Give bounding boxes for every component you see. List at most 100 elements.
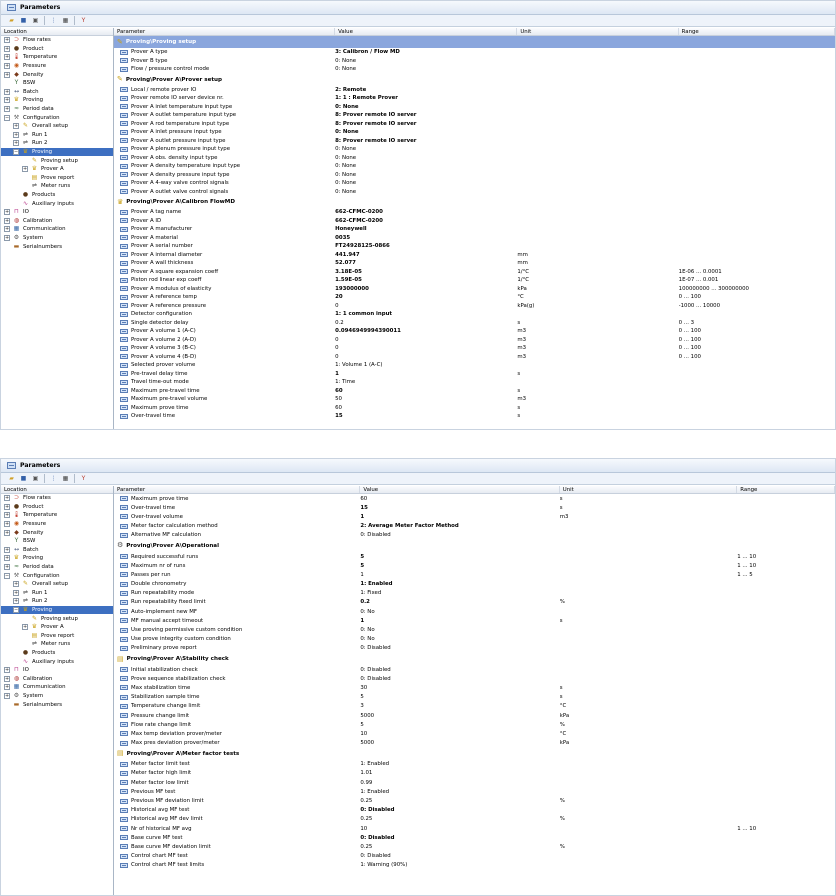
expand-icon[interactable]: +: [4, 37, 10, 44]
value-cell[interactable]: 10: [360, 731, 559, 737]
tree-item[interactable]: − ♛ Proving: [1, 147, 113, 157]
value-cell[interactable]: 662-CFMC-0200: [335, 218, 517, 224]
value-cell[interactable]: FT24928125-0866: [335, 243, 517, 249]
value-cell[interactable]: 441.947: [335, 252, 517, 258]
table-row[interactable]: Temperature change limit 3 °C: [114, 702, 835, 711]
table-row[interactable]: Preliminary prove report 0: Disabled: [114, 644, 835, 653]
table-row[interactable]: Prover A tag name 662-CFMC-0200: [114, 208, 835, 217]
table-row[interactable]: Prover A volume 1 (A-C) 0.094694999439001…: [114, 327, 835, 336]
value-cell[interactable]: 0: Disabled: [360, 853, 559, 859]
value-cell[interactable]: 0: [335, 345, 517, 351]
parameter-column-header[interactable]: Parameter: [114, 486, 361, 493]
tree-item[interactable]: + ◉ Pressure: [1, 520, 113, 529]
value-cell[interactable]: 0: None: [335, 163, 517, 169]
tree-item[interactable]: + ♛ Proving: [1, 96, 113, 105]
table-row[interactable]: Prover A plenum pressure input type 0: No…: [114, 145, 835, 154]
collapse-icon[interactable]: −: [4, 114, 10, 121]
value-cell[interactable]: 193000000: [335, 286, 517, 292]
table-row[interactable]: Prover A volume 4 (B-D) 0 m3 0 ... 100: [114, 353, 835, 362]
filter-icon[interactable]: Y: [79, 16, 88, 25]
unit-column-header[interactable]: Unit: [517, 28, 679, 35]
table-row[interactable]: Prover A outlet temperature input type 8:…: [114, 111, 835, 120]
table-row[interactable]: Maximum pre-travel volume 50 m3: [114, 395, 835, 404]
table-row[interactable]: Stabilization sample time 5 s: [114, 693, 835, 702]
table-row[interactable]: Maximum prove time 60 s: [114, 494, 835, 503]
expand-icon[interactable]: +: [13, 589, 19, 596]
table-row[interactable]: Prover A obs. density input type 0: None: [114, 154, 835, 163]
table-row[interactable]: Maximum prove time 60 s: [114, 404, 835, 413]
table-row[interactable]: Flow rate change limit 5%: [114, 720, 835, 729]
table-row[interactable]: Run repeatability mode 1: Fixed: [114, 589, 835, 598]
tree-item[interactable]: Y BSW: [1, 79, 113, 88]
value-cell[interactable]: 0: [335, 303, 517, 309]
tree-item[interactable]: ▤ Prove report: [1, 632, 113, 641]
table-row[interactable]: Previous MF test 1: Enabled: [114, 787, 835, 796]
grid-view-icon[interactable]: ▦: [61, 16, 70, 25]
value-cell[interactable]: 60: [335, 405, 517, 411]
table-row[interactable]: Previous MF deviation limit 0.25%: [114, 796, 835, 805]
tree-item[interactable]: + ♛ Prover A: [1, 623, 113, 632]
expand-icon[interactable]: +: [22, 624, 28, 631]
tree-item[interactable]: − ⚒ Configuration: [1, 571, 113, 580]
value-cell[interactable]: 0: None: [335, 146, 517, 152]
table-row[interactable]: Historical avg MF test 0: Disabled: [114, 806, 835, 815]
expand-icon[interactable]: +: [4, 88, 10, 95]
tree-item[interactable]: ▬ Serialnumbers: [1, 700, 113, 709]
collapse-icon[interactable]: −: [13, 607, 19, 614]
table-row[interactable]: Prover A serial number FT24928125-0866: [114, 242, 835, 251]
value-cell[interactable]: 0: No: [360, 627, 559, 633]
value-cell[interactable]: 0: None: [335, 172, 517, 178]
value-cell[interactable]: 1.01: [360, 770, 559, 776]
value-cell[interactable]: 15: [335, 413, 517, 419]
value-cell[interactable]: 8: Prover remote IO server: [335, 112, 517, 118]
table-row[interactable]: Prover A ID 662-CFMC-0200: [114, 217, 835, 226]
tree-item[interactable]: + ✎ Overall setup: [1, 122, 113, 131]
value-cell[interactable]: 1: [360, 514, 559, 520]
table-row[interactable]: Prover A outlet valve control signals 0: …: [114, 188, 835, 197]
tree-item[interactable]: + ▦ Communication: [1, 225, 113, 234]
table-row[interactable]: Meter factor low limit 0.99: [114, 778, 835, 787]
value-cell[interactable]: 2: Average Meter Factor Method: [360, 523, 559, 529]
table-row[interactable]: Prover A volume 3 (B-C) 0 m3 0 ... 100: [114, 344, 835, 353]
value-cell[interactable]: 1.59E-05: [335, 277, 517, 283]
expand-icon[interactable]: +: [13, 131, 19, 138]
table-row[interactable]: Prover remote IO server device nr. 1: 1 :…: [114, 94, 835, 103]
table-row[interactable]: Prover A inlet pressure input type 0: Non…: [114, 128, 835, 137]
expand-icon[interactable]: +: [4, 503, 10, 510]
value-cell[interactable]: 0.25: [360, 798, 559, 804]
table-row[interactable]: Historical avg MF dev limit 0.25%: [114, 815, 835, 824]
tree-item[interactable]: + ♛ Prover A: [1, 165, 113, 174]
value-cell[interactable]: 0.99: [360, 780, 559, 786]
value-cell[interactable]: 0: Disabled: [360, 667, 559, 673]
expand-icon[interactable]: +: [13, 140, 19, 147]
table-row[interactable]: Meter factor limit test 1: Enabled: [114, 760, 835, 769]
tree-item[interactable]: ⇌ Meter runs: [1, 182, 113, 191]
tree-item[interactable]: + ⚙ System: [1, 692, 113, 701]
tree-item[interactable]: + ⇌ Run 1: [1, 589, 113, 598]
value-cell[interactable]: 3: Calibron / Flow MD: [335, 49, 517, 55]
table-row[interactable]: Initial stabilization check 0: Disabled: [114, 665, 835, 674]
table-row[interactable]: Prover A wall thickness 52.077 mm: [114, 259, 835, 268]
value-cell[interactable]: 5: [360, 563, 559, 569]
table-row[interactable]: Flow / pressure control mode 0: None: [114, 65, 835, 74]
tree-item[interactable]: + ✎ Overall setup: [1, 580, 113, 589]
table-row[interactable]: Passes per run 1 1 ... 5: [114, 570, 835, 579]
value-cell[interactable]: 0: None: [335, 155, 517, 161]
parameter-column-header[interactable]: Parameter: [114, 28, 336, 35]
value-cell[interactable]: 5: [360, 694, 559, 700]
value-cell[interactable]: 30: [360, 685, 559, 691]
tree-item[interactable]: − ⚒ Configuration: [1, 113, 113, 122]
save-icon[interactable]: ■: [19, 16, 28, 25]
table-row[interactable]: Prove sequence stabilization check 0: Dis…: [114, 674, 835, 683]
print-icon[interactable]: ▣: [31, 16, 40, 25]
expand-icon[interactable]: +: [4, 546, 10, 553]
expand-icon[interactable]: +: [4, 209, 10, 216]
table-row[interactable]: Max stabilization time 30 s: [114, 683, 835, 692]
table-row[interactable]: Meter factor calculation method 2: Averag…: [114, 522, 835, 531]
table-row[interactable]: Prover A manufacturer Honeywell: [114, 225, 835, 234]
table-row[interactable]: Nr of historical MF avg 10 1 ... 10: [114, 824, 835, 833]
value-column-header[interactable]: Value: [360, 486, 560, 493]
table-row[interactable]: Prover A type 3: Calibron / Flow MD: [114, 48, 835, 57]
value-cell[interactable]: 1: Fixed: [360, 590, 559, 596]
tree-item[interactable]: ✎ Proving setup: [1, 614, 113, 623]
